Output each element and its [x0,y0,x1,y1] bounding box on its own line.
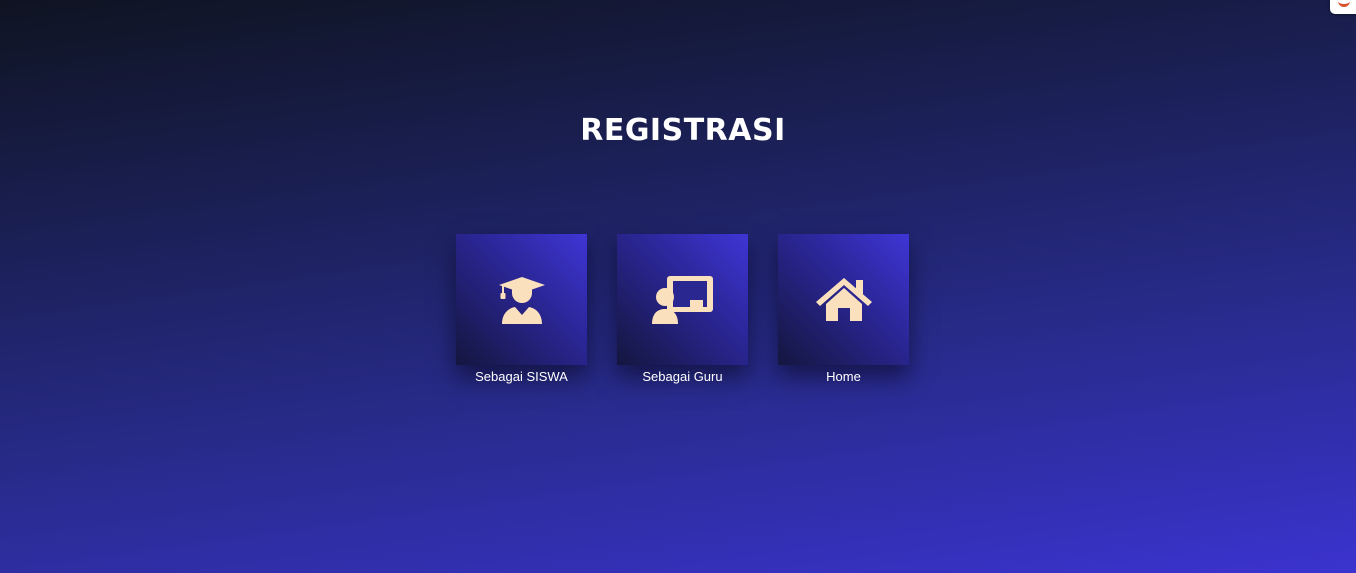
extension-icon [1338,0,1350,7]
home-tile[interactable] [778,234,909,365]
register-teacher-button[interactable]: Sebagai Guru [617,234,748,384]
student-label: Sebagai SISWA [475,369,568,384]
student-tile[interactable] [456,234,587,365]
teacher-chalkboard-icon [651,275,713,324]
home-icon [815,277,872,321]
teacher-tile[interactable] [617,234,748,365]
registration-options: Sebagai SISWA Sebagai Guru Home [456,234,909,384]
home-label: Home [826,369,861,384]
student-graduate-icon [498,276,545,324]
teacher-label: Sebagai Guru [642,369,723,384]
home-button[interactable]: Home [778,234,909,384]
page-title: REGISTRASI [580,113,786,148]
browser-extension-badge[interactable] [1330,0,1356,14]
register-student-button[interactable]: Sebagai SISWA [456,234,587,384]
